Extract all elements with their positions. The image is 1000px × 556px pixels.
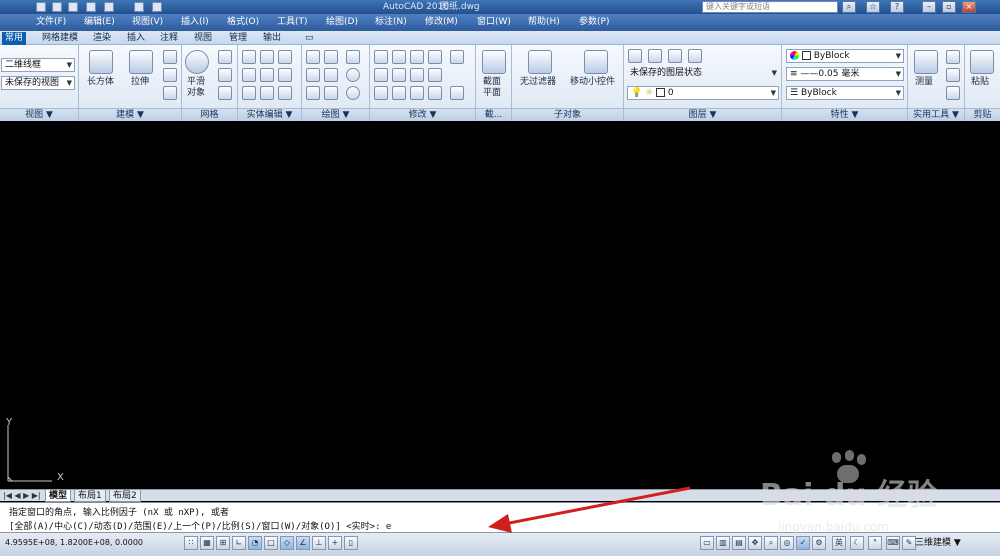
- annotation-arrow: [488, 486, 691, 533]
